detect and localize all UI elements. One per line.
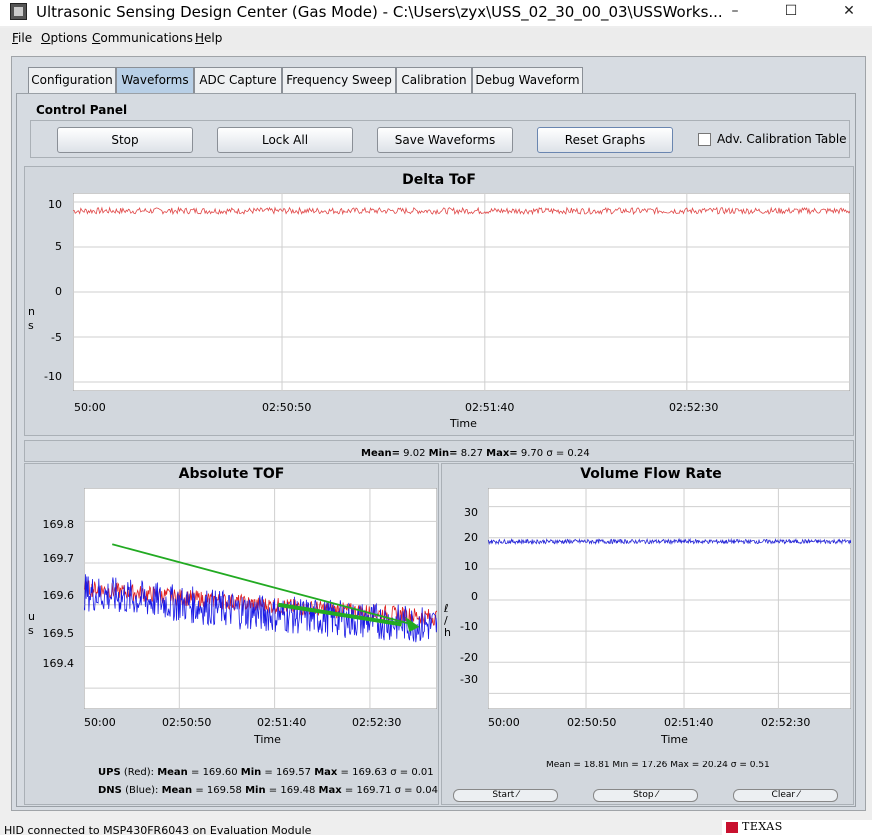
volume-flow-title: Volume Flow Rate xyxy=(580,466,722,482)
flow-ytick: 30 xyxy=(464,506,478,519)
delta-ytick: 5 xyxy=(55,240,62,253)
lock-all-button[interactable]: Lock All xyxy=(217,127,353,153)
delta-xtick: 02:51:40 xyxy=(465,401,515,414)
adv-calibration-label: Adv. Calibration Table xyxy=(717,132,847,146)
flow-xtick: 02:51:40 xyxy=(664,716,714,729)
plot-background xyxy=(488,488,851,709)
abs-ytick: 169.8 xyxy=(42,518,75,531)
tab-frequency-sweep[interactable]: Frequency Sweep xyxy=(282,67,396,93)
absolute-tof-title: Absolute TOF xyxy=(178,466,285,482)
flow-xlabel: Time xyxy=(661,733,688,746)
window-title: Ultrasonic Sensing Design Center (Gas Mo… xyxy=(36,3,723,21)
flow-stats: Mean = 18.81 Min = 17.26 Max = 20.24 σ =… xyxy=(546,761,770,769)
delta-tof-plot xyxy=(73,193,850,391)
tab-adc-capture[interactable]: ADC Capture xyxy=(194,67,282,93)
control-panel-title: Control Panel xyxy=(36,103,128,117)
tab-configuration[interactable]: Configuration xyxy=(28,67,116,93)
absolute-tof-plot xyxy=(84,488,437,709)
flow-ytick: -30 xyxy=(460,673,478,686)
title-bar: Ultrasonic Sensing Design Center (Gas Mo… xyxy=(0,0,872,26)
menu-options[interactable]: Options xyxy=(41,31,87,45)
maximize-button[interactable]: ☐ xyxy=(768,0,814,24)
volume-flow-plot xyxy=(488,488,851,709)
flow-ytick: 20 xyxy=(464,531,478,544)
tab-calibration[interactable]: Calibration xyxy=(396,67,472,93)
app-window: Ultrasonic Sensing Design Center (Gas Mo… xyxy=(0,0,872,835)
flow-ytick: -20 xyxy=(460,651,478,664)
delta-ytick: 10 xyxy=(48,198,62,211)
ti-logo-icon xyxy=(726,822,738,833)
abs-ylabel: u s xyxy=(28,610,35,637)
flow-xtick: 02:52:30 xyxy=(761,716,811,729)
tab-debug-waveform[interactable]: Debug Waveform xyxy=(472,67,583,93)
abs-ytick: 169.5 xyxy=(42,627,75,640)
flow-start-button[interactable]: Start ⁄ xyxy=(453,789,558,802)
abs-ytick: 169.6 xyxy=(42,589,75,602)
adv-calibration-checkbox[interactable] xyxy=(698,133,711,146)
abs-ytick: 169.4 xyxy=(42,657,75,670)
tab-waveforms[interactable]: Waveforms xyxy=(116,67,194,93)
dns-stats: DNS (Blue): Mean = 169.58 Min = 169.48 M… xyxy=(98,785,438,796)
status-text: HID connected to MSP430FR6043 on Evaluat… xyxy=(4,824,312,835)
minimize-button[interactable]: – xyxy=(712,0,758,24)
abs-xlabel: Time xyxy=(254,733,281,746)
flow-ytick: 10 xyxy=(464,560,478,573)
delta-stats: Mean= 9.02 Min= 8.27 Max= 9.70 σ = 0.24 xyxy=(361,448,590,459)
ti-logo: TEXAS INSTRUMENTS xyxy=(722,820,872,835)
delta-xtick: 02:50:50 xyxy=(262,401,312,414)
close-button[interactable]: ✕ xyxy=(826,0,872,24)
delta-ytick: -10 xyxy=(44,370,62,383)
abs-xtick: 02:50:50 xyxy=(162,716,212,729)
delta-tof-title: Delta ToF xyxy=(402,172,476,188)
abs-xtick: 50:00 xyxy=(84,716,116,729)
abs-xtick: 02:52:30 xyxy=(352,716,402,729)
menu-communications[interactable]: Communications xyxy=(92,31,193,45)
delta-xlabel: Time xyxy=(450,417,477,430)
ups-stats: UPS (Red): Mean = 169.60 Min = 169.57 Ma… xyxy=(98,767,434,778)
app-icon xyxy=(10,3,27,20)
menu-help[interactable]: Help xyxy=(195,31,222,45)
menu-file[interactable]: File xyxy=(12,31,32,45)
flow-xtick: 50:00 xyxy=(488,716,520,729)
flow-xtick: 02:50:50 xyxy=(567,716,617,729)
stop-button[interactable]: Stop xyxy=(57,127,193,153)
menu-bar: File Options Communications Help xyxy=(0,28,872,50)
delta-ylabel: n s xyxy=(28,305,35,332)
flow-clear-button[interactable]: Clear ⁄ xyxy=(733,789,838,802)
delta-xtick: 50:00 xyxy=(74,401,106,414)
delta-ytick: 0 xyxy=(55,285,62,298)
flow-stop-button[interactable]: Stop ⁄ xyxy=(593,789,698,802)
reset-graphs-button[interactable]: Reset Graphs xyxy=(537,127,673,153)
abs-xtick: 02:51:40 xyxy=(257,716,307,729)
delta-xtick: 02:52:30 xyxy=(669,401,719,414)
flow-ylabel: ℓ / h xyxy=(444,602,451,639)
save-waveforms-button[interactable]: Save Waveforms xyxy=(377,127,513,153)
abs-ytick: 169.7 xyxy=(42,552,75,565)
